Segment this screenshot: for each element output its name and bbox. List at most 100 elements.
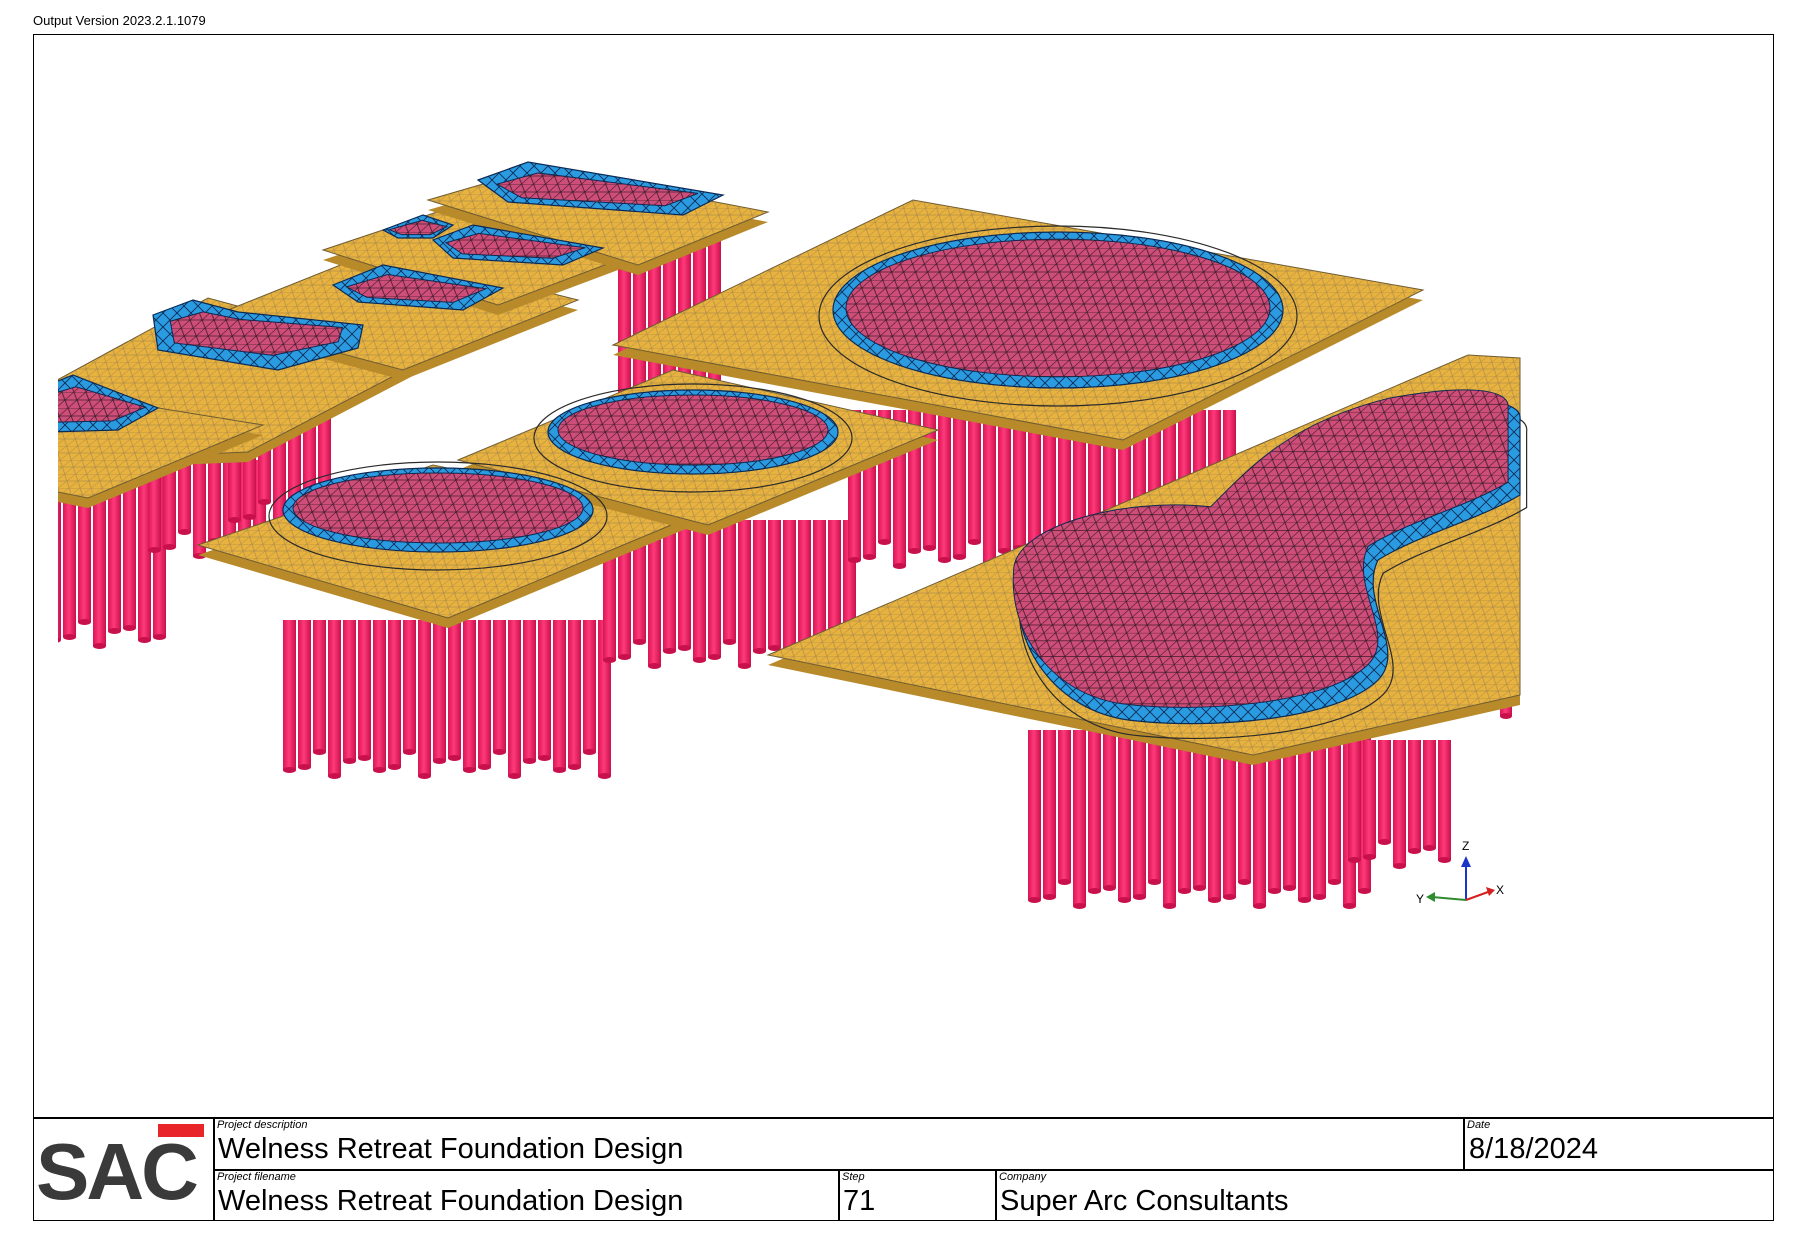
pile-tip <box>1178 888 1191 894</box>
output-version: Output Version 2023.2.1.1079 <box>33 13 206 28</box>
pile-tip <box>388 764 401 770</box>
pile-tip <box>1118 897 1131 903</box>
pile-tip <box>1393 863 1406 869</box>
project-filename: Welness Retreat Foundation Design <box>218 1185 684 1217</box>
pile-tip <box>1500 713 1512 719</box>
pile-tip <box>878 539 891 545</box>
pile <box>1028 730 1041 900</box>
pile-tip <box>708 654 721 660</box>
pile-tip <box>1073 903 1086 909</box>
logo-divider <box>213 1117 215 1221</box>
pile-tip <box>693 657 706 663</box>
pile-tip <box>678 645 691 651</box>
pile-tip <box>1408 848 1421 854</box>
pile-tip <box>953 554 966 560</box>
pile <box>678 520 691 648</box>
pile-tip <box>1358 888 1371 894</box>
pile-tip <box>328 773 341 779</box>
pile <box>313 620 326 752</box>
pile-tip <box>93 643 106 649</box>
y-axis-label: Y <box>1416 892 1424 906</box>
date-value: 8/18/2024 <box>1469 1133 1599 1165</box>
pile <box>1298 730 1311 900</box>
pile-tip <box>1348 857 1361 863</box>
pile-tip <box>663 648 676 654</box>
pile <box>768 520 781 648</box>
pile <box>1393 740 1406 866</box>
pile-tip <box>1363 854 1376 860</box>
pile <box>1178 730 1191 891</box>
pool-floor-mesh <box>558 395 828 465</box>
pile <box>193 460 206 556</box>
step-divider <box>838 1169 840 1221</box>
pile-tip <box>1313 894 1326 900</box>
pile-tip <box>313 749 326 755</box>
title-block: Project description Welness Retreat Foun… <box>33 1117 1774 1221</box>
pile <box>1058 730 1071 882</box>
pile <box>493 620 506 752</box>
pool-floor-mesh <box>846 239 1270 377</box>
pile <box>328 620 341 776</box>
pile-tip <box>243 514 256 520</box>
pile <box>753 520 766 651</box>
pile-tip <box>108 628 121 634</box>
pile-tip <box>893 563 906 569</box>
pile-tip <box>228 517 241 523</box>
pile-tip <box>78 619 91 625</box>
pile <box>708 520 721 657</box>
pile <box>178 460 191 532</box>
pile-tip <box>1423 845 1436 851</box>
pile <box>1438 740 1451 860</box>
pile <box>433 620 446 761</box>
step-value: 71 <box>843 1185 876 1217</box>
pile-tip <box>138 637 151 643</box>
pile <box>813 520 826 642</box>
pile <box>953 410 966 557</box>
pile <box>723 520 736 642</box>
pile-tip <box>418 773 431 779</box>
pile-tip <box>1028 897 1041 903</box>
pile <box>553 620 566 770</box>
pool-floor-mesh <box>293 473 583 543</box>
pile-tip <box>478 764 491 770</box>
pile-tip <box>968 539 981 545</box>
pile <box>1328 730 1341 882</box>
pile-tip <box>1253 903 1266 909</box>
logo-text: SAC <box>36 1127 199 1216</box>
pile <box>463 620 476 770</box>
pile-tip <box>618 654 631 660</box>
pile <box>1363 740 1376 857</box>
z-axis-label: Z <box>1462 839 1469 853</box>
pile <box>1043 730 1056 897</box>
pile-tip <box>648 663 661 669</box>
pile-tip <box>1208 897 1221 903</box>
pile-tip <box>373 767 386 773</box>
pile <box>938 410 951 560</box>
pile <box>738 520 751 666</box>
pile <box>1163 730 1176 906</box>
pile-tip <box>1438 857 1451 863</box>
pile-tip <box>583 749 596 755</box>
pile-tip <box>848 557 861 563</box>
pile-tip <box>1058 879 1071 885</box>
pile <box>1088 730 1101 891</box>
pile-tip <box>738 663 751 669</box>
pile <box>538 620 551 758</box>
pile-tip <box>358 755 371 761</box>
pile <box>663 520 676 651</box>
pile-tip <box>148 547 161 553</box>
pile-tip <box>723 639 736 645</box>
pile-tip <box>1298 897 1311 903</box>
project-description: Welness Retreat Foundation Design <box>218 1133 684 1165</box>
pile <box>403 620 416 752</box>
pile-tip <box>938 557 951 563</box>
pile-tip <box>1133 894 1146 900</box>
pile-tip <box>258 499 271 505</box>
pile-tip <box>463 767 476 773</box>
pile-tip <box>538 755 551 761</box>
pile-tip <box>908 548 921 554</box>
y-axis-arrow <box>1426 892 1435 902</box>
pile <box>1073 730 1086 906</box>
pile-tip <box>1163 903 1176 909</box>
model-viewport[interactable]: Z Y X <box>58 40 1752 1110</box>
